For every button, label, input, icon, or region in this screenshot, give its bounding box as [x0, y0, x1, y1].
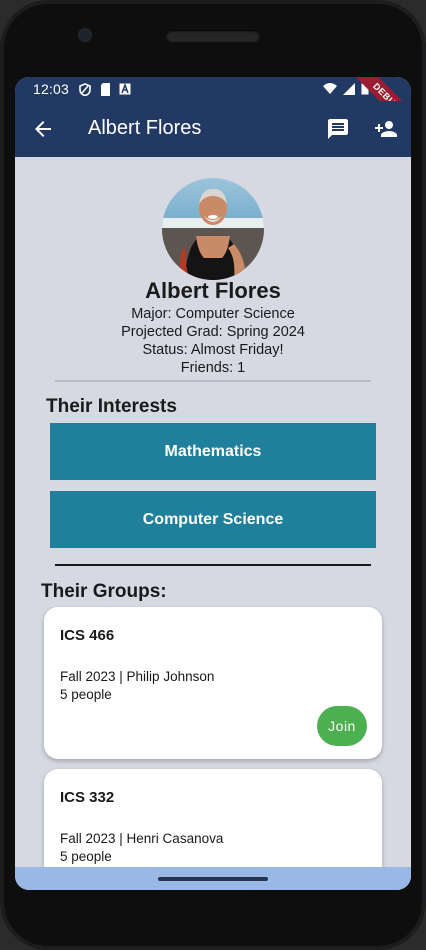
- add-friend-button[interactable]: [373, 117, 401, 141]
- interest-mathematics-button[interactable]: Mathematics: [50, 423, 376, 480]
- group-card[interactable]: ICS 332 Fall 2023 | Henri Casanova 5 peo…: [44, 769, 382, 867]
- app-bar: Albert Flores: [15, 101, 411, 157]
- earpiece-speaker: [166, 30, 260, 42]
- shield-icon: [79, 82, 91, 96]
- person-add-icon: [375, 121, 397, 137]
- interests-heading: Their Interests: [46, 396, 177, 417]
- group-title: ICS 332: [60, 789, 115, 806]
- back-button[interactable]: [31, 117, 55, 141]
- status-time: 12:03: [33, 81, 70, 97]
- group-term-instructor: Fall 2023 | Henri Casanova: [60, 831, 224, 846]
- profile-grad: Projected Grad: Spring 2024: [121, 324, 305, 340]
- profile-friends: Friends: 1: [180, 360, 246, 376]
- a-badge-icon: [119, 83, 131, 95]
- wifi-icon: [323, 82, 337, 98]
- group-size: 5 people: [60, 687, 112, 702]
- group-size: 5 people: [60, 849, 112, 864]
- sd-card-icon: [99, 82, 111, 96]
- avatar: [162, 178, 264, 280]
- interest-computer-science-button[interactable]: Computer Science: [50, 491, 376, 548]
- message-button[interactable]: [326, 117, 350, 141]
- profile-content[interactable]: Albert Flores Major: Computer Science Pr…: [15, 157, 411, 867]
- phone-frame: 12:03 DEBUG Albert Flores Albert Flores …: [0, 0, 426, 950]
- cell-signal-icon: [343, 82, 355, 98]
- group-card[interactable]: ICS 466 Fall 2023 | Philip Johnson 5 peo…: [44, 607, 382, 759]
- front-camera: [78, 28, 92, 42]
- app-title: Albert Flores: [88, 117, 202, 139]
- profile-name: Albert Flores: [145, 278, 281, 303]
- group-term-instructor: Fall 2023 | Philip Johnson: [60, 669, 215, 684]
- group-title: ICS 466: [60, 627, 115, 644]
- app-screen: 12:03 DEBUG Albert Flores Albert Flores …: [15, 77, 411, 890]
- join-button[interactable]: Join: [317, 706, 367, 746]
- arrow-back-icon: [35, 121, 51, 137]
- divider: [55, 564, 371, 566]
- home-gesture-handle[interactable]: [158, 877, 268, 881]
- system-navigation-bar: [15, 867, 411, 890]
- status-bar: 12:03 DEBUG: [15, 77, 411, 139]
- profile-major: Major: Computer Science: [131, 306, 295, 322]
- divider: [55, 380, 371, 382]
- groups-heading: Their Groups:: [41, 581, 167, 602]
- profile-status: Status: Almost Friday!: [142, 342, 284, 358]
- message-icon: [328, 119, 348, 139]
